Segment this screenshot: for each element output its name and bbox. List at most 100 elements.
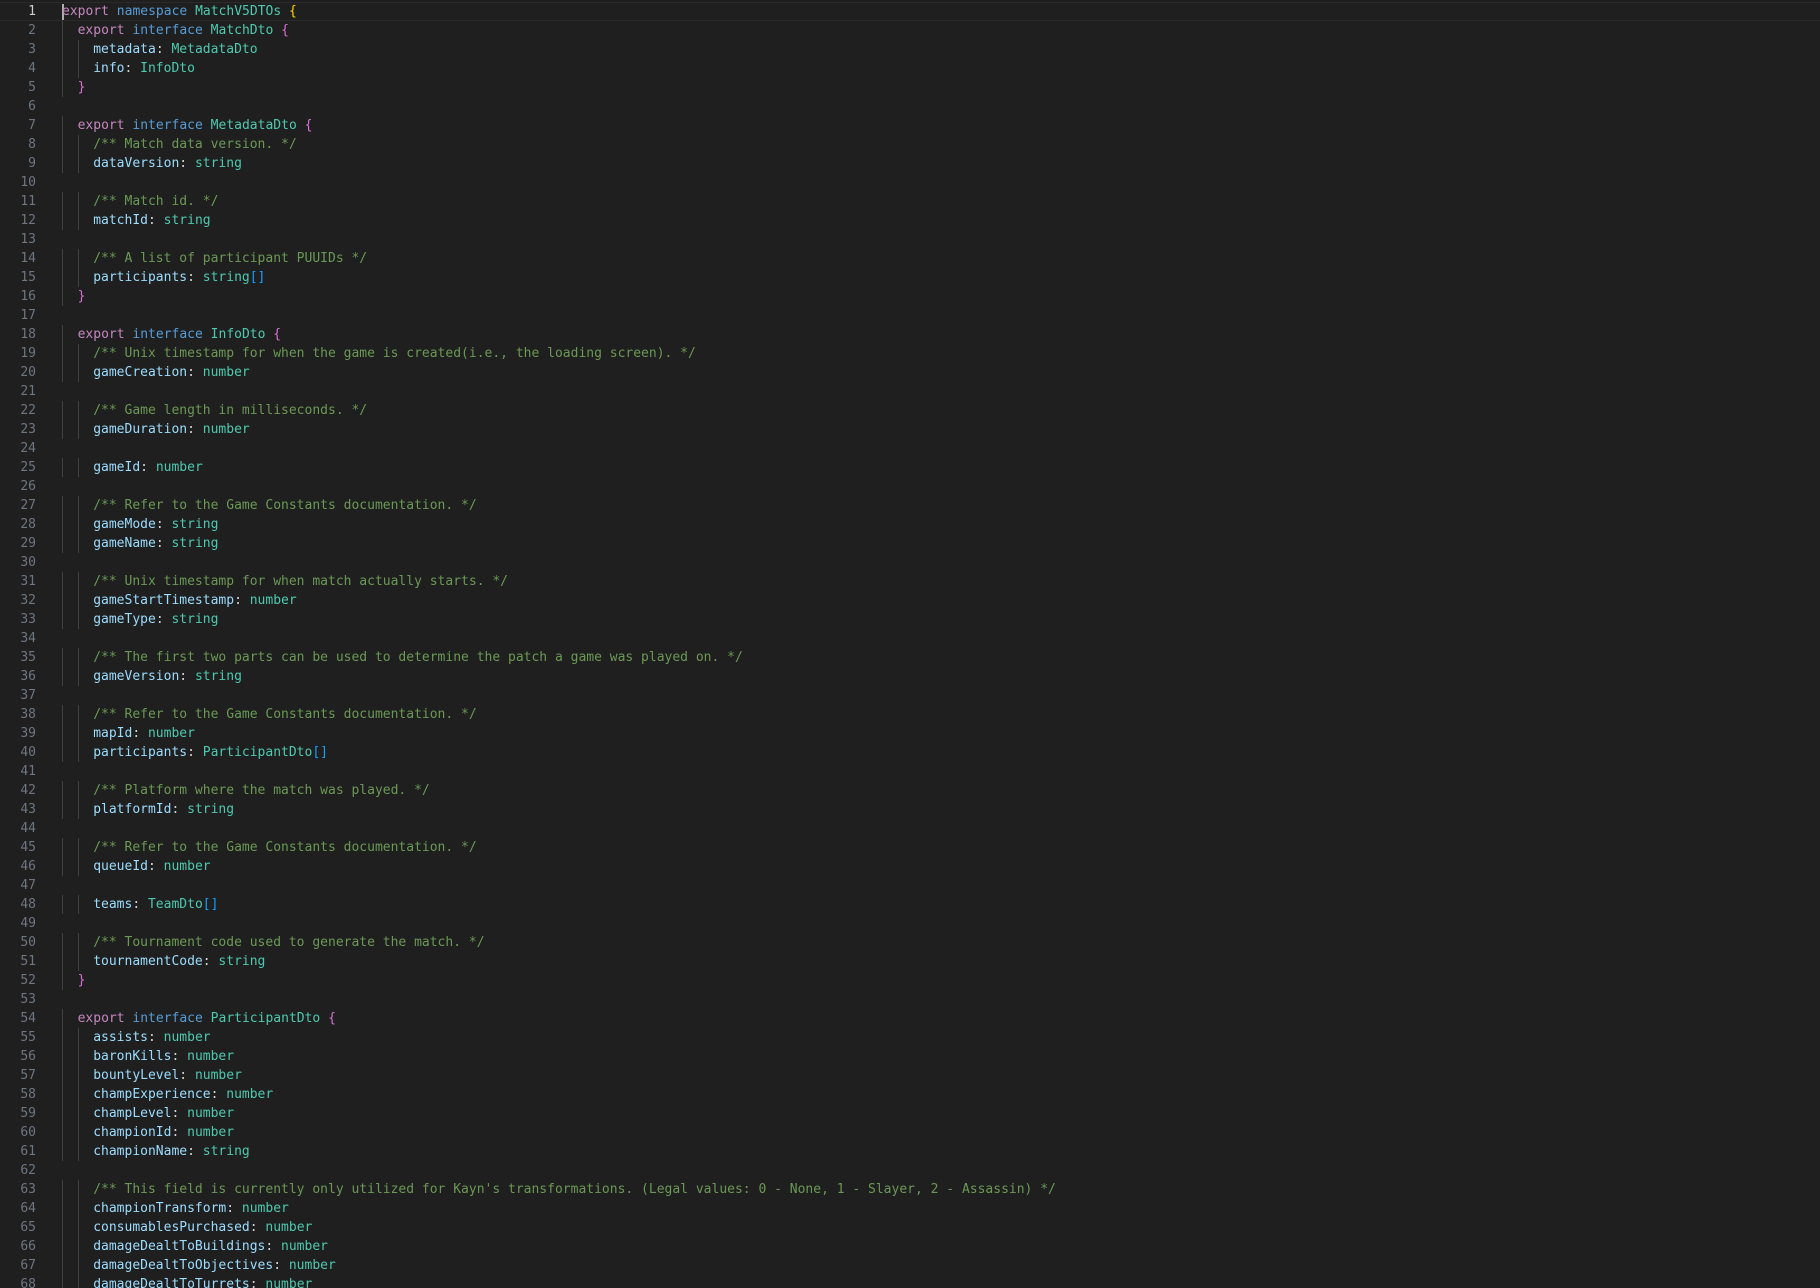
code-token: interface xyxy=(132,1011,211,1026)
code-token: [] xyxy=(249,270,266,285)
code-line[interactable]: 57 bountyLevel: number xyxy=(0,1066,1820,1085)
code-line[interactable]: 7 export interface MetadataDto { xyxy=(0,116,1820,135)
code-line[interactable]: 51 tournamentCode: string xyxy=(0,952,1820,971)
code-line[interactable]: 34 xyxy=(0,629,1820,648)
code-text: championName: string xyxy=(93,1142,250,1161)
code-token: participants xyxy=(93,745,188,760)
code-line[interactable]: 13 xyxy=(0,230,1820,249)
line-number: 8 xyxy=(28,137,36,152)
code-line[interactable]: 38 /** Refer to the Game Constants docume… xyxy=(0,705,1820,724)
line-number: 27 xyxy=(20,498,36,513)
code-line[interactable]: 52} xyxy=(0,971,1820,990)
code-line[interactable]: 24 xyxy=(0,439,1820,458)
code-line[interactable]: 10 xyxy=(0,173,1820,192)
code-line[interactable]: 22 /** Game length in milliseconds. */ xyxy=(0,401,1820,420)
code-line[interactable]: 41 xyxy=(0,762,1820,781)
indent-guide xyxy=(77,211,79,230)
code-line[interactable]: 8 /** Match data version. */ xyxy=(0,135,1820,154)
code-line[interactable]: 33 gameType: string xyxy=(0,610,1820,629)
code-line[interactable]: 64 championTransform: number xyxy=(0,1199,1820,1218)
code-line[interactable]: 68 damageDealtToTurrets: number xyxy=(0,1275,1820,1288)
code-line[interactable]: 17 xyxy=(0,306,1820,325)
code-line[interactable]: 61 championName: string xyxy=(0,1142,1820,1161)
indent-guide xyxy=(62,838,63,857)
code-line[interactable]: 47 xyxy=(0,876,1820,895)
code-token: : xyxy=(179,156,195,171)
code-editor[interactable]: 1 export namespace MatchV5DTOs {2 export i… xyxy=(0,0,1820,1288)
code-line[interactable]: 11 /** Match id. */ xyxy=(0,192,1820,211)
code-token: export xyxy=(77,1011,133,1026)
code-line[interactable]: 16} xyxy=(0,287,1820,306)
code-line[interactable]: 20 gameCreation: number xyxy=(0,363,1820,382)
code-line[interactable]: 30 xyxy=(0,553,1820,572)
indent-guide xyxy=(62,1237,63,1256)
code-line[interactable]: 28 gameMode: string xyxy=(0,515,1820,534)
code-line[interactable]: 36 gameVersion: string xyxy=(0,667,1820,686)
code-line[interactable]: 15 participants: string[] xyxy=(0,268,1820,287)
code-line[interactable]: 62 xyxy=(0,1161,1820,1180)
code-line[interactable]: 39 mapId: number xyxy=(0,724,1820,743)
code-line[interactable]: 14 /** A list of participant PUUIDs */ xyxy=(0,249,1820,268)
line-number: 56 xyxy=(20,1049,36,1064)
code-line[interactable]: 43 platformId: string xyxy=(0,800,1820,819)
code-line[interactable]: 23 gameDuration: number xyxy=(0,420,1820,439)
code-line[interactable]: 55 assists: number xyxy=(0,1028,1820,1047)
code-line[interactable]: 45 /** Refer to the Game Constants docume… xyxy=(0,838,1820,857)
code-line[interactable]: 56 baronKills: number xyxy=(0,1047,1820,1066)
code-token: } xyxy=(77,973,86,988)
code-line[interactable]: 21 xyxy=(0,382,1820,401)
code-line[interactable]: 31 /** Unix timestamp for when match actu… xyxy=(0,572,1820,591)
indent-guide xyxy=(77,1085,79,1104)
indent-guide xyxy=(62,857,63,876)
indent-guide xyxy=(62,1256,63,1275)
code-text: gameName: string xyxy=(93,534,218,553)
code-line[interactable]: 54 export interface ParticipantDto { xyxy=(0,1009,1820,1028)
code-line[interactable]: 29 gameName: string xyxy=(0,534,1820,553)
code-line[interactable]: 19 /** Unix timestamp for when the game i… xyxy=(0,344,1820,363)
code-line[interactable]: 25 gameId: number xyxy=(0,458,1820,477)
indent-guide xyxy=(62,154,63,173)
code-line[interactable]: 40 participants: ParticipantDto[] xyxy=(0,743,1820,762)
code-line[interactable]: 3 metadata: MetadataDto xyxy=(0,40,1820,59)
code-line[interactable]: 9 dataVersion: string xyxy=(0,154,1820,173)
code-line[interactable]: 66 damageDealtToBuildings: number xyxy=(0,1237,1820,1256)
code-token: ParticipantDto xyxy=(202,745,313,760)
line-number: 65 xyxy=(20,1220,36,1235)
indent-guide xyxy=(77,895,79,914)
code-token: : xyxy=(187,270,203,285)
indent-guide xyxy=(77,154,79,173)
code-line[interactable]: 37 xyxy=(0,686,1820,705)
code-line[interactable]: 32 gameStartTimestamp: number xyxy=(0,591,1820,610)
code-text: championId: number xyxy=(93,1123,234,1142)
code-token: number xyxy=(194,1068,242,1083)
code-line[interactable]: 49 xyxy=(0,914,1820,933)
code-line[interactable]: 50 /** Tournament code used to generate t… xyxy=(0,933,1820,952)
indent-guide xyxy=(62,1047,63,1066)
code-line[interactable]: 53 xyxy=(0,990,1820,1009)
code-line[interactable]: 26 xyxy=(0,477,1820,496)
code-token: MatchDto xyxy=(210,23,282,38)
code-text: info: InfoDto xyxy=(93,59,195,78)
code-line[interactable]: 44 xyxy=(0,819,1820,838)
code-line[interactable]: 60 championId: number xyxy=(0,1123,1820,1142)
code-token: interface xyxy=(132,118,211,133)
code-line[interactable]: 1 export namespace MatchV5DTOs { xyxy=(0,2,1820,21)
code-line[interactable]: 59 champLevel: number xyxy=(0,1104,1820,1123)
code-line[interactable]: 46 queueId: number xyxy=(0,857,1820,876)
code-line[interactable]: 6 xyxy=(0,97,1820,116)
code-line[interactable]: 58 champExperience: number xyxy=(0,1085,1820,1104)
code-line[interactable]: 35 /** The first two parts can be used to… xyxy=(0,648,1820,667)
code-line[interactable]: 2 export interface MatchDto { xyxy=(0,21,1820,40)
code-line[interactable]: 67 damageDealtToObjectives: number xyxy=(0,1256,1820,1275)
code-line[interactable]: 27 /** Refer to the Game Constants docume… xyxy=(0,496,1820,515)
code-line[interactable]: 4 info: InfoDto xyxy=(0,59,1820,78)
code-token: consumablesPurchased xyxy=(93,1220,250,1235)
code-line[interactable]: 63 /** This field is currently only utili… xyxy=(0,1180,1820,1199)
code-line[interactable]: 12 matchId: string xyxy=(0,211,1820,230)
code-line[interactable]: 65 consumablesPurchased: number xyxy=(0,1218,1820,1237)
code-line[interactable]: 18 export interface InfoDto { xyxy=(0,325,1820,344)
code-line[interactable]: 5} xyxy=(0,78,1820,97)
code-text: export interface MatchDto { xyxy=(78,21,289,40)
code-line[interactable]: 48 teams: TeamDto[] xyxy=(0,895,1820,914)
code-line[interactable]: 42 /** Platform where the match was playe… xyxy=(0,781,1820,800)
